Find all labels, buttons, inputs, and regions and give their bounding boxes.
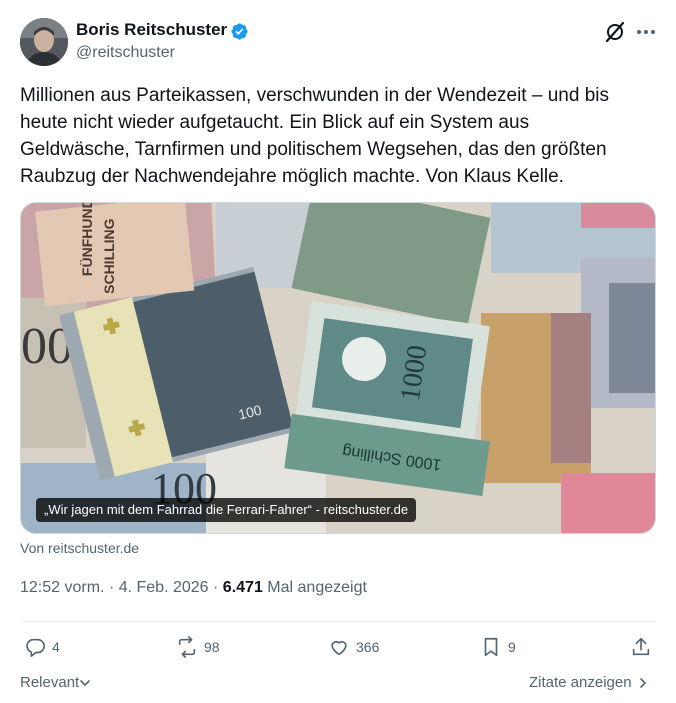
sort-dropdown[interactable]: Relevant [20, 674, 91, 691]
sort-label: Relevant [20, 674, 80, 691]
share-button[interactable] [630, 635, 658, 659]
heart-icon [331, 640, 347, 656]
grok-icon[interactable] [603, 20, 627, 44]
reply-count: 4 [52, 639, 60, 655]
svg-text:SCHILLING: SCHILLING [101, 218, 117, 294]
views-label: Mal angezeigt [267, 579, 367, 596]
tweet-time[interactable]: 12:52 vorm. [20, 579, 104, 596]
divider [20, 621, 656, 622]
like-button[interactable]: 366 [328, 635, 379, 659]
avatar-photo [20, 18, 68, 66]
svg-text:FÜNFHUNDERT: FÜNFHUNDERT [79, 203, 95, 276]
repost-button[interactable]: 98 [176, 635, 220, 659]
repost-count: 98 [204, 639, 220, 655]
tweet-text: Millionen aus Parteikassen, verschwunden… [20, 85, 609, 187]
chevron-down-icon [80, 679, 91, 686]
author-handle[interactable]: @reitschuster [76, 44, 175, 62]
card-source[interactable]: Von reitschuster.de [20, 540, 139, 556]
bookmark-count: 9 [508, 639, 516, 655]
reply-button[interactable]: 4 [24, 635, 60, 659]
card-caption[interactable]: „Wir jagen mit dem Fahrrad die Ferrari-F… [36, 498, 417, 522]
more-icon[interactable] [634, 20, 658, 44]
reply-icon [26, 638, 45, 657]
meta-separator: · [108, 579, 115, 596]
tweet-meta: 12:52 vorm. · 4. Feb. 2026 · 6.471 Mal a… [20, 579, 367, 597]
like-count: 366 [356, 639, 380, 655]
banknotes-image: 00 100 FÜNFHUNDERT SCHILLING 1000 1000 S… [21, 203, 655, 533]
tweet-date[interactable]: 4. Feb. 2026 [119, 579, 209, 596]
repost-icon [178, 636, 196, 658]
quotes-label: Zitate anzeigen [529, 674, 632, 691]
views-count: 6.471 [222, 579, 263, 596]
view-quotes-link[interactable]: Zitate anzeigen [529, 674, 650, 691]
chevron-right-icon [639, 677, 646, 688]
meta-separator-2: · [213, 579, 219, 596]
link-card-image[interactable]: 00 100 FÜNFHUNDERT SCHILLING 1000 1000 S… [20, 202, 656, 534]
bookmark-button[interactable]: 9 [480, 635, 516, 659]
share-icon [632, 637, 650, 656]
bookmark-icon [484, 637, 498, 657]
author-name[interactable]: Boris Reitschuster [76, 20, 227, 40]
verified-badge-icon [231, 23, 248, 40]
avatar[interactable] [20, 18, 68, 66]
